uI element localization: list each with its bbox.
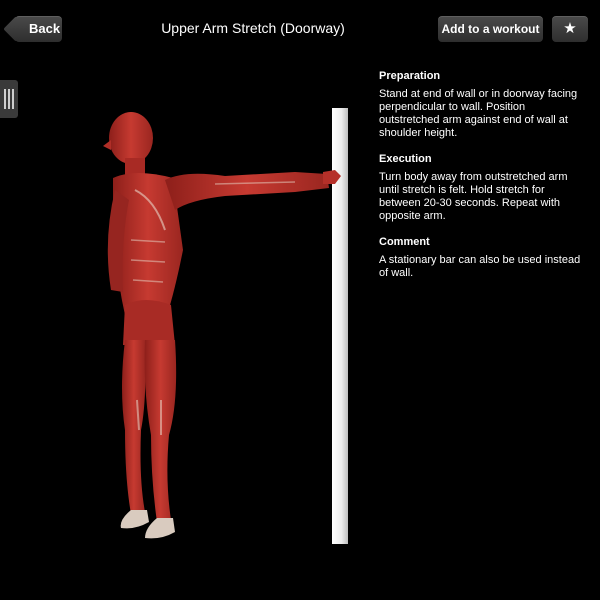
page-title: Upper Arm Stretch (Doorway) xyxy=(161,20,345,36)
add-to-workout-button[interactable]: Add to a workout xyxy=(438,16,543,42)
favorite-button[interactable]: ★ xyxy=(552,16,588,42)
menu-handle-icon xyxy=(4,89,6,109)
top-navigation-bar: Back Upper Arm Stretch (Doorway) Add to … xyxy=(0,0,600,58)
menu-handle-icon xyxy=(12,89,14,109)
figure-arm xyxy=(165,172,329,210)
preparation-heading: Preparation xyxy=(379,70,441,82)
preparation-text: Stand at end of wall or in doorway facin… xyxy=(379,88,578,139)
star-icon: ★ xyxy=(563,20,577,37)
comment-heading: Comment xyxy=(379,236,430,248)
exercise-illustration xyxy=(95,100,365,560)
menu-handle-icon xyxy=(8,89,10,109)
exercise-detail-screen: Back Upper Arm Stretch (Doorway) Add to … xyxy=(0,0,600,600)
figure-head xyxy=(109,112,153,164)
comment-text: A stationary bar can also be used instea… xyxy=(379,254,581,279)
figure-foot-back xyxy=(120,510,149,529)
execution-heading: Execution xyxy=(379,153,432,165)
figure-foot-front xyxy=(145,518,175,539)
back-button-label: Back xyxy=(29,21,61,36)
figure-leg-back xyxy=(122,340,146,514)
exercise-info-panel: Preparation Stand at end of wall or in d… xyxy=(379,70,584,293)
back-button[interactable]: Back xyxy=(15,16,62,42)
muscle-figure-image xyxy=(103,108,348,544)
execution-text: Turn body away from outstretched arm unt… xyxy=(379,171,568,222)
side-menu-handle[interactable] xyxy=(0,80,18,118)
